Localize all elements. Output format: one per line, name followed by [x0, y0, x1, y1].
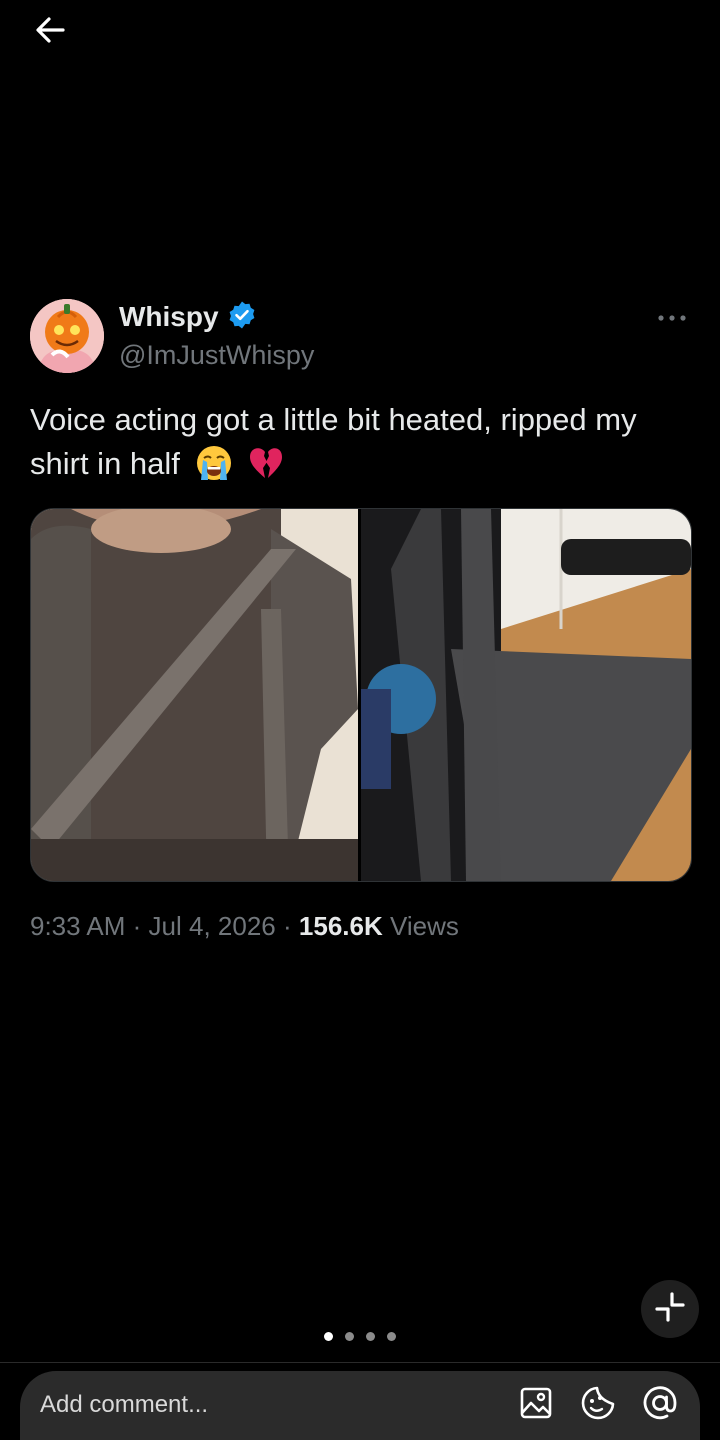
avatar[interactable]	[30, 299, 104, 373]
back-arrow-icon	[33, 13, 67, 52]
author-handle[interactable]: @ImJustWhispy	[119, 338, 314, 372]
broken-heart-icon	[247, 444, 285, 482]
back-button[interactable]	[30, 12, 70, 52]
tweet-date: Jul 4, 2026	[148, 911, 276, 941]
author-name[interactable]: Whispy	[119, 299, 219, 335]
page-dot-active[interactable]	[324, 1332, 333, 1341]
page-dot[interactable]	[387, 1332, 396, 1341]
more-button[interactable]	[652, 304, 692, 332]
meta-separator: ·	[283, 911, 292, 941]
page-dot[interactable]	[366, 1332, 375, 1341]
more-dots-icon	[657, 309, 687, 327]
photo-shirt-torn-worn[interactable]	[31, 509, 358, 881]
comment-input[interactable]: Add comment...	[40, 1387, 208, 1423]
sticker-button[interactable]	[578, 1385, 618, 1425]
verified-badge-icon	[227, 300, 257, 335]
tweet-text: Voice acting got a little bit heated, ri…	[30, 398, 690, 486]
collapse-icon	[655, 1291, 685, 1327]
tweet-time: 9:33 AM	[30, 911, 126, 941]
at-mention-icon	[642, 1385, 678, 1426]
tweet-meta: 9:33 AM · Jul 4, 2026 · 156.6K Views	[30, 908, 459, 944]
meta-separator: ·	[132, 911, 142, 941]
mention-button[interactable]	[640, 1385, 680, 1425]
loudly-crying-face-icon	[195, 444, 233, 482]
comment-bar: Add comment...	[20, 1371, 700, 1440]
collapse-button[interactable]	[641, 1280, 699, 1338]
photo-shirt-on-floor[interactable]	[361, 509, 691, 881]
image-icon	[519, 1386, 553, 1425]
views-count[interactable]: 156.6K	[299, 911, 383, 941]
tweet-body: Voice acting got a little bit heated, ri…	[30, 402, 637, 481]
page-indicator	[0, 1332, 720, 1341]
image-button[interactable]	[516, 1385, 556, 1425]
divider	[0, 1362, 720, 1363]
media-gallery[interactable]	[30, 508, 692, 882]
views-label: Views	[389, 911, 459, 941]
page-dot[interactable]	[345, 1332, 354, 1341]
sticker-icon	[580, 1385, 616, 1426]
